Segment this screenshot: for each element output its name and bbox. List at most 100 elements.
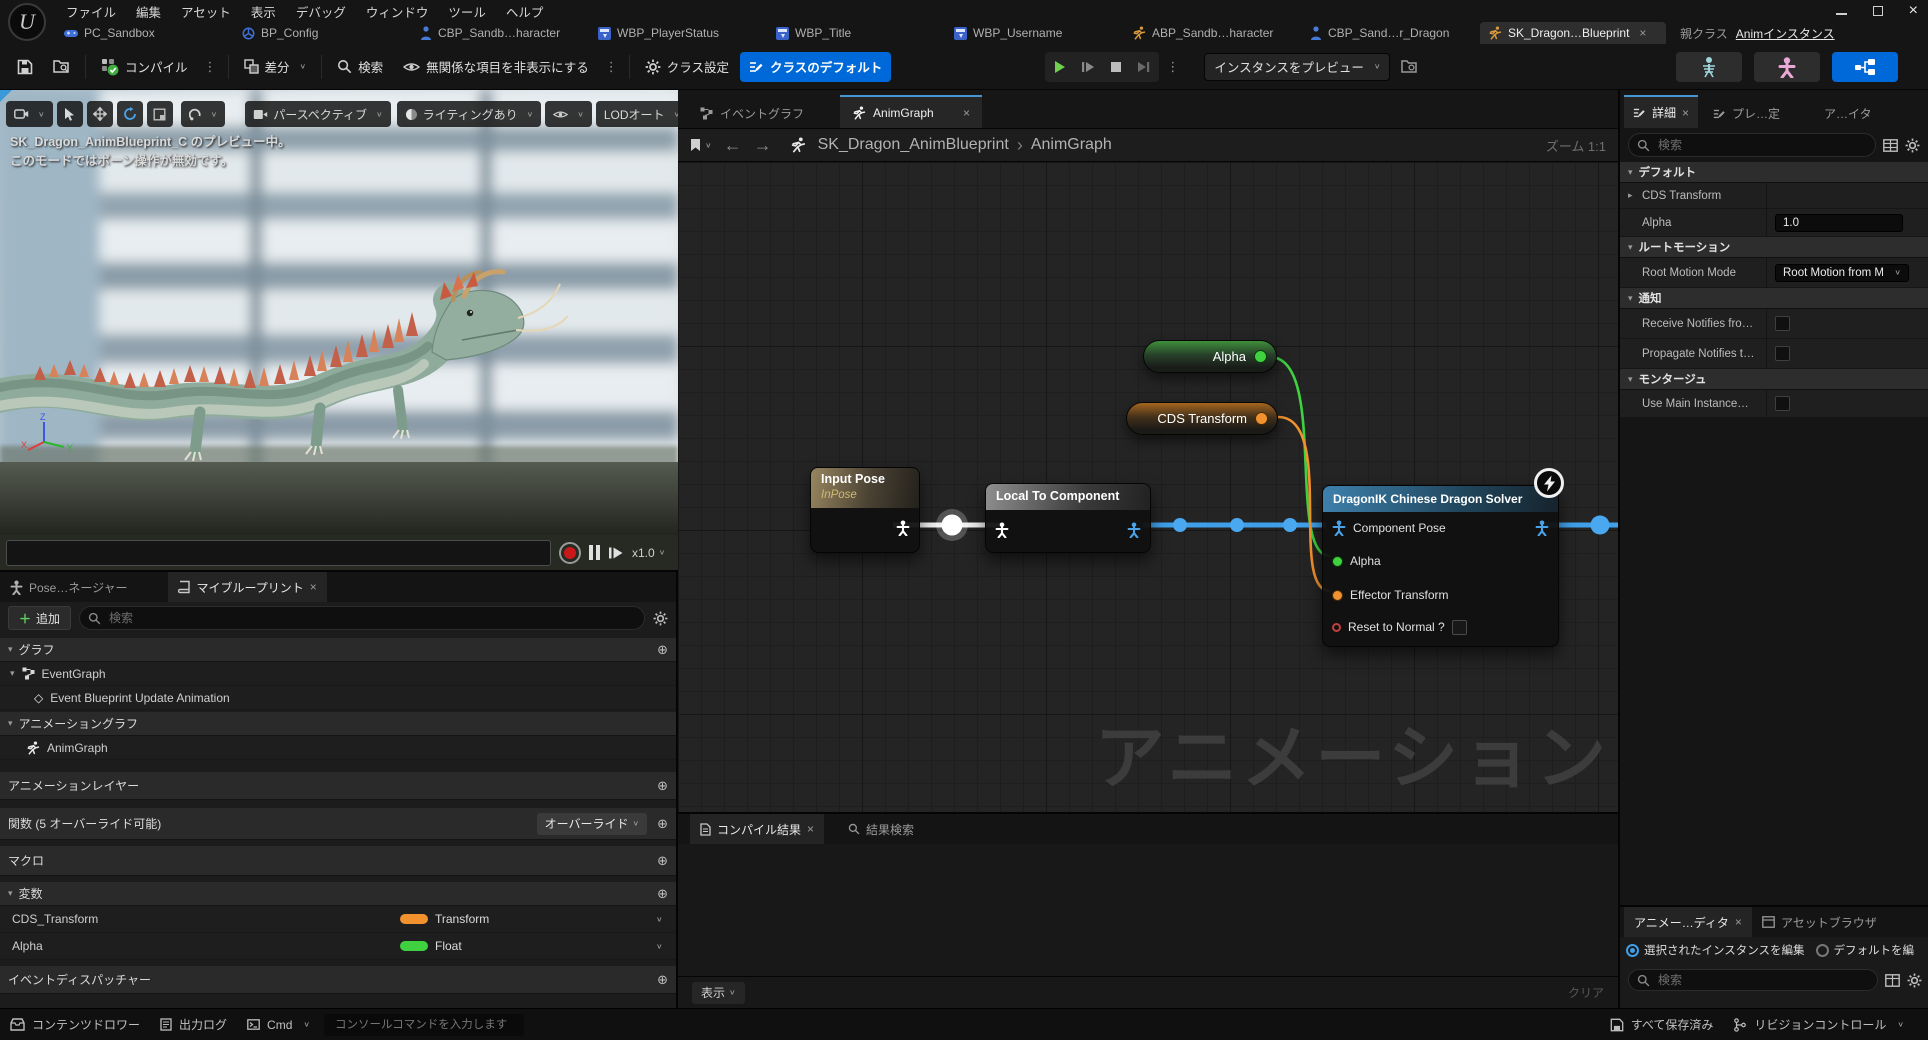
- close-button[interactable]: ×: [1909, 6, 1918, 16]
- save-all-status-button[interactable]: すべて保存済み: [1600, 1016, 1724, 1033]
- pause-button[interactable]: [589, 545, 600, 560]
- tab-close-icon[interactable]: ×: [1639, 26, 1646, 40]
- cmd-dropdown[interactable]: Cmd ∨: [237, 1009, 320, 1040]
- save-button[interactable]: [8, 52, 42, 82]
- console-command-input[interactable]: [333, 1018, 515, 1032]
- my-blueprint-search[interactable]: [79, 606, 645, 630]
- add-variable-icon[interactable]: ⊕: [657, 886, 668, 902]
- section-animation-graphs[interactable]: ▾アニメーショングラフ: [0, 712, 676, 736]
- add-function-icon[interactable]: ⊕: [657, 816, 668, 832]
- show-flags-dropdown[interactable]: ∨: [545, 101, 592, 127]
- content-drawer-button[interactable]: コンテンツドロワー: [0, 1009, 150, 1040]
- pose-output-pin[interactable]: [896, 520, 910, 536]
- select-tool-button[interactable]: [57, 101, 83, 127]
- clear-button[interactable]: クリア: [1568, 984, 1604, 1001]
- minimize-button[interactable]: [1836, 7, 1847, 15]
- viewport-options-button[interactable]: ∨: [6, 101, 53, 127]
- tab-asset-browser[interactable]: アセットブラウザ: [1752, 907, 1887, 937]
- asset-tab-cbp-sandbox-dragon[interactable]: CBP_Sand…r_Dragon: [1302, 22, 1480, 44]
- transform-output-pin[interactable]: [1255, 412, 1268, 425]
- play-button[interactable]: [1047, 54, 1073, 80]
- tab-pose-manager[interactable]: Pose…ネージャー: [0, 572, 138, 602]
- snap-settings-button[interactable]: ∨: [181, 101, 226, 127]
- revision-control-button[interactable]: リビジョンコントロール ∨: [1723, 1016, 1928, 1033]
- effector-transform-input-pin[interactable]: [1332, 590, 1343, 601]
- output-log-button[interactable]: 出力ログ: [150, 1009, 237, 1040]
- menu-help[interactable]: ヘルプ: [496, 0, 554, 24]
- menu-file[interactable]: ファイル: [56, 0, 126, 24]
- lod-dropdown[interactable]: LODオート∨: [596, 101, 688, 127]
- prop-alpha[interactable]: Alpha 1.0: [1620, 209, 1928, 237]
- section-functions[interactable]: 関数 (5 オーバーライド可能) オーバーライド∨ ⊕: [0, 808, 676, 840]
- component-pose-input-pin[interactable]: [1332, 520, 1346, 536]
- row-eventgraph[interactable]: ▾ EventGraph: [0, 662, 676, 686]
- asset-tab-wbp-username[interactable]: WBP_Username: [946, 22, 1124, 44]
- node-dragonik-solver[interactable]: DragonIK Chinese Dragon Solver Component…: [1322, 485, 1559, 647]
- browse-asset-button[interactable]: [44, 52, 79, 82]
- pose-input-pin[interactable]: [995, 522, 1009, 538]
- node-alpha-getter[interactable]: Alpha: [1143, 340, 1277, 373]
- gear-icon[interactable]: [1905, 138, 1920, 153]
- find-button[interactable]: 検索: [328, 52, 392, 82]
- prop-use-main-instance[interactable]: Use Main Instance…: [1620, 390, 1928, 418]
- expand-icon[interactable]: ▸: [1628, 190, 1633, 201]
- skeletal-mesh-editor-button[interactable]: [1754, 52, 1820, 82]
- tab-close-icon[interactable]: ×: [1735, 915, 1742, 929]
- show-dropdown[interactable]: 表示∨: [692, 982, 745, 1004]
- tab-anim-preview-editor[interactable]: アニメー…ディタ ×: [1624, 907, 1752, 937]
- override-dropdown[interactable]: オーバーライド∨: [537, 813, 647, 835]
- view-mode-dropdown[interactable]: ライティングあり∨: [397, 101, 542, 127]
- radio-edit-selected[interactable]: [1626, 944, 1639, 957]
- add-macro-icon[interactable]: ⊕: [657, 853, 668, 869]
- class-defaults-button[interactable]: クラスのデフォルト: [740, 52, 891, 82]
- menu-window[interactable]: ウィンドウ: [356, 0, 439, 24]
- menu-tools[interactable]: ツール: [438, 0, 496, 24]
- breadcrumb-root[interactable]: SK_Dragon_AnimBlueprint: [818, 136, 1009, 154]
- add-graph-icon[interactable]: ⊕: [657, 642, 668, 658]
- section-graphs[interactable]: ▾グラフ⊕: [0, 638, 676, 662]
- component-pose-output-pin[interactable]: [1127, 522, 1141, 538]
- scale-tool-button[interactable]: [147, 101, 173, 127]
- tab-close-icon[interactable]: ×: [963, 106, 970, 120]
- tab-find-results[interactable]: 結果検索: [838, 814, 924, 844]
- preview-browse-button[interactable]: [1392, 52, 1427, 82]
- float-output-pin[interactable]: [1254, 350, 1267, 363]
- menu-debug[interactable]: デバッグ: [286, 0, 356, 24]
- tab-close-icon[interactable]: ×: [1682, 106, 1689, 120]
- propagate-notifies-checkbox[interactable]: [1775, 346, 1790, 361]
- section-macros[interactable]: マクロ⊕: [0, 846, 676, 876]
- playback-speed-dropdown[interactable]: x1.0∨: [632, 546, 665, 560]
- reset-checkbox[interactable]: [1452, 620, 1467, 635]
- unreal-logo-icon[interactable]: U: [8, 3, 46, 41]
- perspective-dropdown[interactable]: パースペクティブ∨: [245, 101, 390, 127]
- use-main-instance-checkbox[interactable]: [1775, 396, 1790, 411]
- timeline-scrubber[interactable]: [6, 540, 551, 566]
- tab-details[interactable]: 詳細 ×: [1624, 95, 1698, 128]
- breadcrumb-leaf[interactable]: AnimGraph: [1031, 136, 1112, 154]
- menu-asset[interactable]: アセット: [171, 0, 241, 24]
- asset-tab-sk-dragon-blueprint[interactable]: SK_Dragon…Blueprint ×: [1480, 22, 1666, 44]
- hide-options-button[interactable]: ⋮: [600, 59, 623, 75]
- prop-cds-transform[interactable]: ▸ CDS Transform: [1620, 183, 1928, 209]
- maximize-button[interactable]: [1873, 6, 1883, 16]
- asset-tab-wbp-title[interactable]: WBP_Title: [768, 22, 946, 44]
- section-root-motion[interactable]: ▾ルートモーション: [1620, 237, 1928, 258]
- tab-my-blueprint[interactable]: マイブループリント ×: [168, 572, 327, 602]
- hide-unrelated-button[interactable]: 無関係な項目を非表示にする: [394, 52, 598, 82]
- skip-button[interactable]: [1131, 54, 1157, 80]
- add-dispatcher-icon[interactable]: ⊕: [657, 972, 668, 988]
- tab-animgraph-doc[interactable]: AnimGraph ×: [840, 95, 982, 128]
- anim-blueprint-editor-button[interactable]: [1832, 52, 1898, 82]
- section-event-dispatchers[interactable]: イベントディスパッチャー⊕: [0, 966, 676, 994]
- preview-instance-dropdown[interactable]: インスタンスをプレビュー∨: [1204, 53, 1390, 81]
- gear-icon[interactable]: [1907, 973, 1922, 988]
- bookmark-dropdown[interactable]: ∨: [690, 138, 712, 152]
- step-forward-button[interactable]: [608, 546, 624, 560]
- table-view-icon[interactable]: [1883, 139, 1898, 152]
- alpha-input-pin[interactable]: [1332, 556, 1343, 567]
- section-montage[interactable]: ▾モンタージュ: [1620, 369, 1928, 390]
- move-tool-button[interactable]: [87, 101, 113, 127]
- row-variable-cds-transform[interactable]: CDS_Transform Transform ∨: [0, 906, 676, 933]
- tab-compile-results[interactable]: コンパイル結果 ×: [690, 814, 824, 844]
- section-default[interactable]: ▾デフォルト: [1620, 162, 1928, 183]
